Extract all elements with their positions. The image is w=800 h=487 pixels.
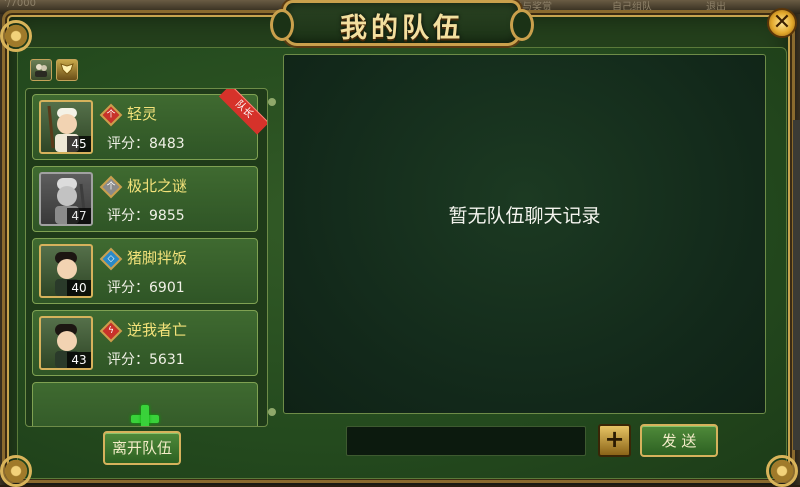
member-avatar: 43 [39,316,93,370]
list-scroll-pin [268,408,276,416]
class-icon: ◇ [99,247,123,271]
frame-corner-ornament [0,20,32,52]
class-icon: 个 [99,175,123,199]
member-card[interactable]: 47 个 极北之谜 评分：9855 [32,166,258,232]
emoji-button[interactable]: + [598,424,631,457]
wings-icon [60,63,74,75]
member-level: 40 [67,280,91,296]
member-card[interactable]: 40 ◇ 猪脚拌饭 评分：6901 [32,238,258,304]
member-level: 43 [67,352,91,368]
class-icon: 个 [99,103,123,127]
member-level: 47 [67,208,91,224]
chat-input[interactable] [346,426,586,456]
team-members-icon [35,64,47,77]
leader-badge: 队长 [218,89,267,135]
member-score: 评分：9855 [107,208,185,224]
team-chat-panel[interactable]: 暂无队伍聊天记录 [283,54,766,414]
member-card[interactable]: 43 ϟ 逆我者亡 评分：5631 [32,310,258,376]
member-score: 评分：8483 [107,136,185,152]
frame-corner-ornament [0,455,32,487]
member-name: 逆我者亡 [127,321,188,339]
chat-empty-message: 暂无队伍聊天记录 [448,205,601,227]
member-avatar: 45 [39,100,93,154]
dialog-title: 我的队伍 [340,13,464,44]
member-avatar: 40 [39,244,93,298]
member-name: 猪脚拌饭 [127,249,188,267]
close-icon: ✕ [772,10,792,35]
member-card[interactable]: 45 个 轻灵 评分：8483 队长 [32,89,267,160]
member-name: 轻灵 [127,105,158,123]
member-avatar: 47 [39,172,93,226]
leave-team-button[interactable]: 离开队伍 [103,431,181,465]
background-side-panel [793,120,800,450]
close-button[interactable]: ✕ [767,8,797,38]
member-level: 45 [67,136,91,152]
tab-wings[interactable] [56,59,78,81]
title-plate: 我的队伍 [270,0,534,46]
team-member-list[interactable]: 45 个 轻灵 评分：8483 队长 47 个 极北之谜 评分：9855 40 … [25,88,268,427]
member-name: 极北之谜 [127,177,188,195]
member-score: 评分：6901 [107,280,185,296]
list-scroll-pin [268,98,276,106]
add-member-button[interactable] [32,382,258,426]
send-button[interactable]: 发 送 [640,424,718,457]
tab-team-members[interactable] [30,59,52,81]
frame-corner-ornament [766,455,798,487]
member-score: 评分：5631 [107,352,185,368]
plus-icon [131,405,159,426]
background-exp-text: ʻ/7000 [4,0,36,9]
class-icon: ϟ [99,319,123,343]
plus-icon: + [604,425,625,453]
